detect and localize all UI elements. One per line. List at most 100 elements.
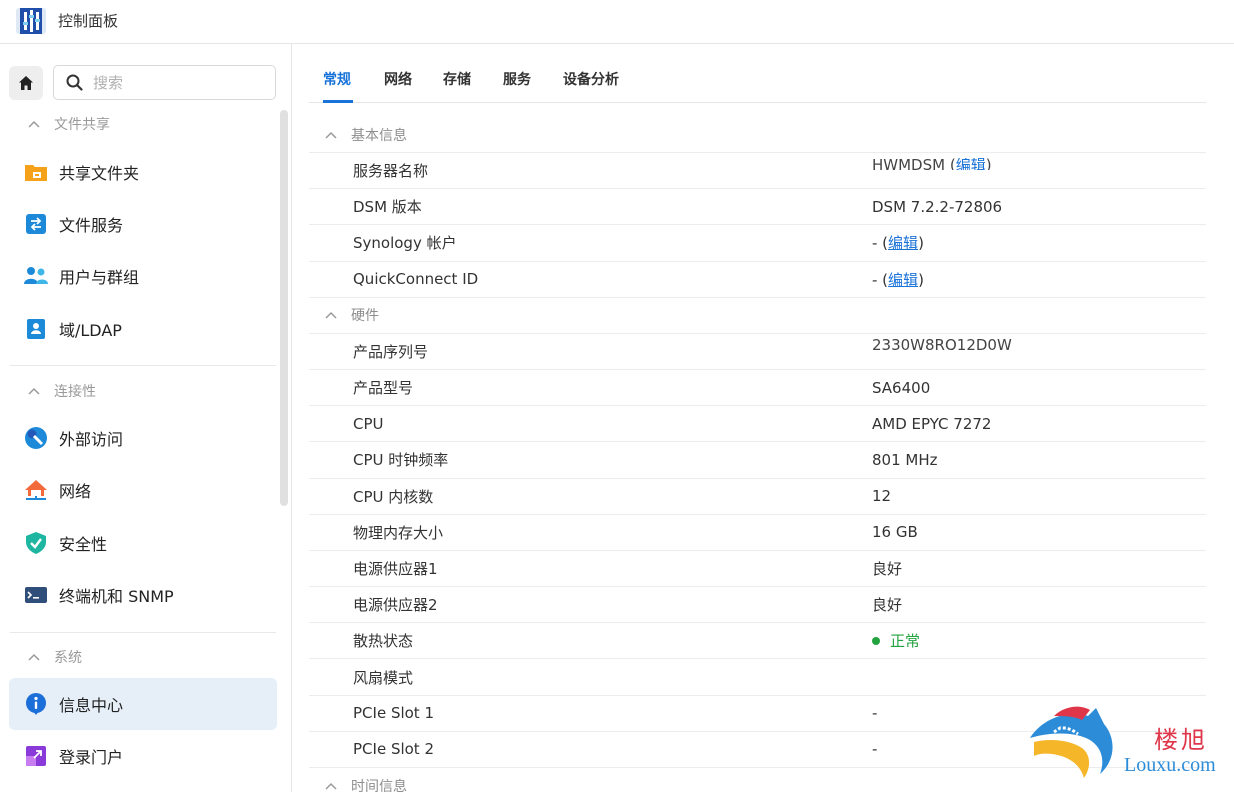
- divider: [10, 365, 276, 366]
- row-label: 散热状态: [353, 632, 414, 651]
- sidebar-item-users-groups[interactable]: 用户与群组: [9, 250, 277, 302]
- table-row: Synology 帐户 - (编辑): [309, 225, 1206, 262]
- table-row: 风扇模式: [309, 659, 1206, 696]
- active-tab-indicator: [323, 100, 353, 103]
- group-header-connectivity[interactable]: 连接性: [28, 380, 96, 402]
- section-label: 硬件: [351, 308, 379, 325]
- row-value: - (编辑): [872, 269, 1206, 290]
- tab-general[interactable]: 常规: [323, 69, 351, 89]
- chevron-up-icon: [28, 387, 40, 395]
- paren-close: ): [918, 270, 924, 289]
- sidebar-item-label: 用户与群组: [59, 268, 140, 287]
- table-row: 产品序列号 2330W8RQ12D0W: [309, 334, 1206, 370]
- row-label: QuickConnect ID: [353, 270, 479, 289]
- row-value: HWMDSM (编辑): [872, 158, 1206, 180]
- row-value: 801 MHz: [872, 450, 938, 469]
- row-label: CPU 内核数: [353, 487, 434, 506]
- sidebar-item-info-center[interactable]: 信息中心: [9, 678, 277, 730]
- table-row: DSM 版本 DSM 7.2.2-72806: [309, 189, 1206, 226]
- row-label: 产品序列号: [353, 342, 429, 361]
- tab-device-analysis[interactable]: 设备分析: [563, 69, 619, 89]
- table-row: 服务器名称 HWMDSM (编辑): [309, 153, 1206, 190]
- row-value: 2330W8RQ12D0W: [872, 338, 1206, 360]
- row-value: 良好: [872, 596, 903, 615]
- sidebar-item-domain-ldap[interactable]: 域/LDAP: [9, 303, 277, 355]
- divider: [10, 632, 276, 633]
- section-label: 时间信息: [351, 779, 407, 792]
- tab-services[interactable]: 服务: [503, 69, 531, 89]
- sidebar-item-label: 终端机和 SNMP: [59, 587, 174, 606]
- watermark-cn: 楼旭: [1154, 726, 1208, 754]
- row-value: - (编辑): [872, 232, 1206, 253]
- edit-server-name-link[interactable]: 编辑: [956, 158, 986, 170]
- chevron-up-icon: [325, 131, 337, 139]
- row-value: AMD EPYC 7272: [872, 414, 992, 433]
- file-services-icon: [23, 211, 49, 237]
- row-label: 风扇模式: [353, 668, 414, 687]
- search-input[interactable]: [93, 73, 263, 92]
- sidebar-item-label: 安全性: [59, 535, 108, 554]
- domain-ldap-icon: [23, 316, 49, 342]
- status-badge: 正常: [872, 630, 920, 651]
- shared-folder-icon: [23, 159, 49, 185]
- tab-bar: 常规 网络 存储 服务 设备分析: [309, 44, 1206, 103]
- home-icon: [19, 76, 33, 90]
- sidebar-item-label: 文件服务: [59, 216, 124, 235]
- row-value: 正常: [872, 630, 1206, 651]
- watermark: 楼旭 Louxu.com: [1024, 702, 1234, 792]
- section-header-hardware[interactable]: 硬件: [309, 298, 1206, 334]
- sidebar: 文件共享 共享文件夹 文件服务 用户与群组 域/LDAP 连接性 外部访问: [0, 44, 292, 792]
- row-value: 16 GB: [872, 523, 918, 542]
- sidebar-item-label: 共享文件夹: [59, 164, 140, 183]
- group-label: 连接性: [54, 384, 96, 400]
- table-row: CPU 内核数 12: [309, 479, 1206, 515]
- search-box[interactable]: [53, 65, 276, 100]
- group-header-file-sharing[interactable]: 文件共享: [28, 113, 110, 135]
- table-row: 散热状态 正常: [309, 623, 1206, 660]
- sidebar-item-label: 外部访问: [59, 430, 124, 449]
- sidebar-item-terminal-snmp[interactable]: 终端机和 SNMP: [9, 569, 277, 621]
- table-row: CPU 时钟频率 801 MHz: [309, 442, 1206, 479]
- table-row: 产品型号 SA6400: [309, 370, 1206, 407]
- home-button[interactable]: [9, 66, 43, 100]
- login-portal-icon: [23, 743, 49, 769]
- table-row: CPU AMD EPYC 7272: [309, 406, 1206, 443]
- external-access-icon: [23, 425, 49, 451]
- sidebar-item-external-access[interactable]: 外部访问: [9, 412, 277, 464]
- group-label: 系统: [54, 650, 82, 666]
- row-label: PCIe Slot 1: [353, 704, 434, 723]
- sidebar-scrollbar[interactable]: [280, 110, 288, 506]
- tab-network[interactable]: 网络: [384, 69, 412, 89]
- paren-close: ): [918, 234, 924, 253]
- row-label: 产品型号: [353, 379, 414, 398]
- group-label: 文件共享: [54, 117, 110, 133]
- sidebar-item-shared-folder[interactable]: 共享文件夹: [9, 146, 277, 198]
- row-label: PCIe Slot 2: [353, 740, 434, 759]
- edit-quickconnect-link[interactable]: 编辑: [888, 271, 918, 289]
- control-panel-icon: [16, 8, 46, 34]
- row-label: 物理内存大小: [353, 523, 444, 542]
- network-icon: [23, 477, 49, 503]
- row-label: 电源供应器2: [353, 596, 438, 615]
- row-value: DSM 7.2.2-72806: [872, 197, 1003, 216]
- sidebar-item-network[interactable]: 网络: [9, 464, 277, 516]
- group-header-system[interactable]: 系统: [28, 646, 82, 668]
- sidebar-item-label: 信息中心: [59, 696, 124, 715]
- sidebar-item-file-services[interactable]: 文件服务: [9, 198, 277, 250]
- row-label: DSM 版本: [353, 198, 422, 217]
- terminal-icon: [23, 582, 49, 608]
- row-label: Synology 帐户: [353, 234, 457, 253]
- section-header-basic[interactable]: 基本信息: [309, 117, 1206, 153]
- edit-synology-account-link[interactable]: 编辑: [888, 234, 918, 252]
- info-table: 基本信息 服务器名称 HWMDSM (编辑) DSM 版本 DSM 7.2.2-…: [309, 117, 1206, 792]
- row-label: CPU: [353, 414, 384, 433]
- sidebar-item-login-portal[interactable]: 登录门户: [9, 730, 277, 782]
- tab-storage[interactable]: 存储: [443, 69, 471, 89]
- sidebar-item-label: 登录门户: [59, 748, 124, 767]
- sidebar-item-label: 网络: [59, 482, 92, 501]
- main-panel: 常规 网络 存储 服务 设备分析 基本信息 服务器名称 HWMDSM (编辑) …: [293, 44, 1234, 792]
- info-center-icon: [23, 691, 49, 717]
- row-label: 服务器名称: [353, 162, 429, 181]
- section-label: 基本信息: [351, 127, 407, 144]
- sidebar-item-security[interactable]: 安全性: [9, 517, 277, 569]
